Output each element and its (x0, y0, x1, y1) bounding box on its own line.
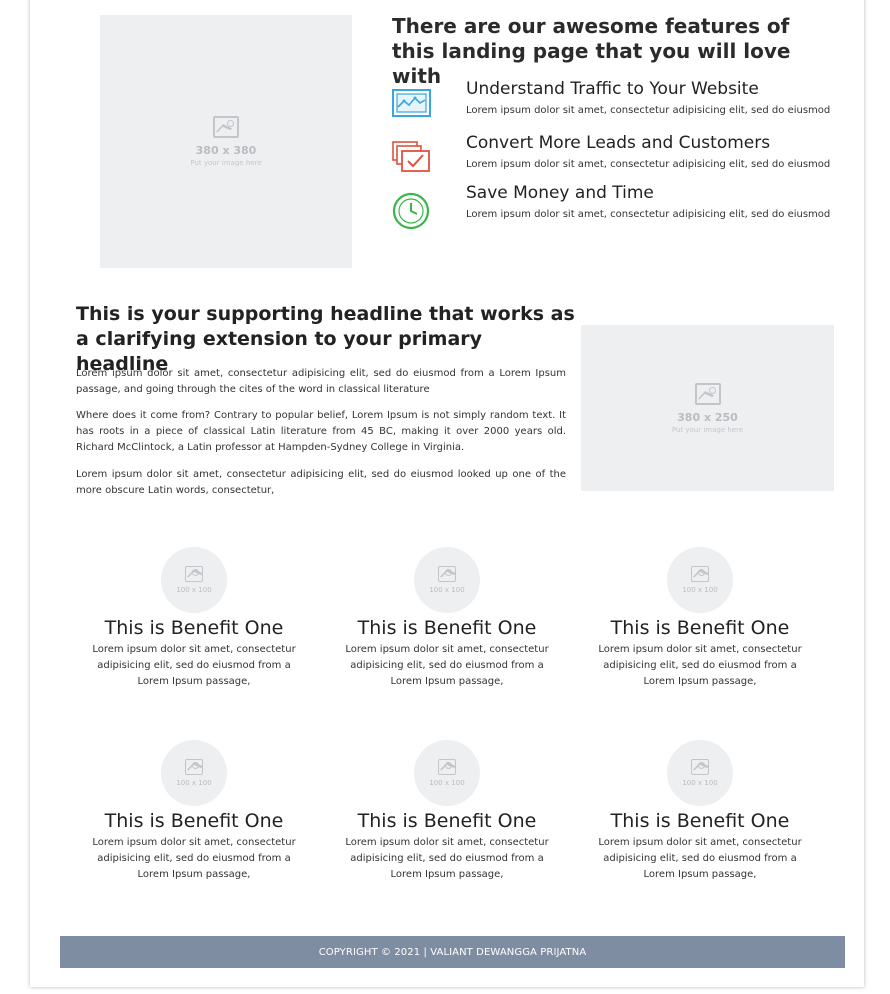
placeholder-hint: Put your image here (190, 159, 262, 167)
benefit-image-placeholder: 100 x 100 (667, 547, 733, 613)
benefit-card: 100 x 100 This is Benefit One Lorem ipsu… (332, 547, 562, 690)
image-placeholder-icon (694, 382, 721, 405)
benefit-text: Lorem ipsum dolor sit amet, consectetur … (345, 837, 549, 880)
benefit-image-placeholder: 100 x 100 (161, 740, 227, 806)
placeholder-size: 380 x 380 (195, 144, 257, 157)
benefit-card: 100 x 100 This is Benefit One Lorem ipsu… (79, 740, 309, 883)
footer-copyright: COPYRIGHT © 2021 | VALIANT DEWANGGA PRIJ… (60, 936, 845, 968)
benefit-title: This is Benefit One (610, 810, 790, 832)
benefit-card: 100 x 100 This is Benefit One Lorem ipsu… (332, 740, 562, 883)
supporting-paragraph: Where does it come from? Contrary to pop… (76, 410, 566, 453)
placeholder-size: 100 x 100 (429, 586, 465, 594)
benefit-card: 100 x 100 This is Benefit One Lorem ipsu… (79, 547, 309, 690)
image-placeholder-icon (213, 116, 239, 138)
image-placeholder-icon (691, 566, 709, 582)
placeholder-size: 100 x 100 (176, 779, 212, 787)
benefit-text: Lorem ipsum dolor sit amet, consectetur … (92, 837, 296, 880)
benefit-text: Lorem ipsum dolor sit amet, consectetur … (345, 644, 549, 687)
benefit-image-placeholder: 100 x 100 (161, 547, 227, 613)
feature-item: Understand Traffic to Your Website Lorem… (392, 79, 842, 137)
benefit-card: 100 x 100 This is Benefit One Lorem ipsu… (585, 740, 815, 883)
benefit-title: This is Benefit One (610, 617, 790, 639)
placeholder-size: 100 x 100 (176, 586, 212, 594)
image-placeholder-icon (185, 566, 203, 582)
benefit-title: This is Benefit One (357, 810, 537, 832)
supporting-paragraph: Lorem ipsum dolor sit amet, consectetur … (76, 469, 566, 496)
feature-title: Save Money and Time (466, 183, 654, 203)
feature-item: Save Money and Time Lorem ipsum dolor si… (392, 183, 842, 241)
feature-text: Lorem ipsum dolor sit amet, consectetur … (466, 105, 831, 116)
feature-title: Understand Traffic to Your Website (466, 79, 759, 99)
supporting-image-placeholder: 380 x 250 Put your image here (581, 325, 834, 491)
benefit-title: This is Benefit One (357, 617, 537, 639)
benefit-text: Lorem ipsum dolor sit amet, consectetur … (598, 837, 802, 880)
benefit-title: This is Benefit One (104, 617, 284, 639)
benefit-text: Lorem ipsum dolor sit amet, consectetur … (92, 644, 296, 687)
clock-icon (392, 192, 430, 230)
image-placeholder-icon (438, 759, 456, 775)
benefit-card: 100 x 100 This is Benefit One Lorem ipsu… (585, 547, 815, 690)
benefit-image-placeholder: 100 x 100 (414, 740, 480, 806)
benefit-image-placeholder: 100 x 100 (414, 547, 480, 613)
feature-image-placeholder: 380 x 380 Put your image here (100, 15, 352, 268)
benefit-title: This is Benefit One (104, 810, 284, 832)
image-placeholder-icon (691, 759, 709, 775)
placeholder-size: 380 x 250 (677, 410, 738, 424)
placeholder-size: 100 x 100 (429, 779, 465, 787)
stacked-cards-check-icon (392, 141, 430, 172)
features-heading: There are our awesome features of this l… (392, 14, 791, 88)
landing-page: 380 x 380 Put your image here There are … (30, 0, 864, 987)
placeholder-hint: Put your image here (671, 425, 744, 434)
image-placeholder-icon (185, 759, 203, 775)
supporting-paragraph: Lorem ipsum dolor sit amet, consectetur … (76, 368, 566, 395)
benefit-image-placeholder: 100 x 100 (667, 740, 733, 806)
placeholder-size: 100 x 100 (682, 779, 718, 787)
feature-text: Lorem ipsum dolor sit amet, consectetur … (466, 209, 831, 220)
feature-text: Lorem ipsum dolor sit amet, consectetur … (466, 159, 831, 170)
image-placeholder-icon (438, 566, 456, 582)
benefit-text: Lorem ipsum dolor sit amet, consectetur … (598, 644, 802, 687)
feature-title: Convert More Leads and Customers (466, 133, 771, 153)
placeholder-size: 100 x 100 (682, 586, 718, 594)
traffic-chart-icon (392, 89, 431, 117)
